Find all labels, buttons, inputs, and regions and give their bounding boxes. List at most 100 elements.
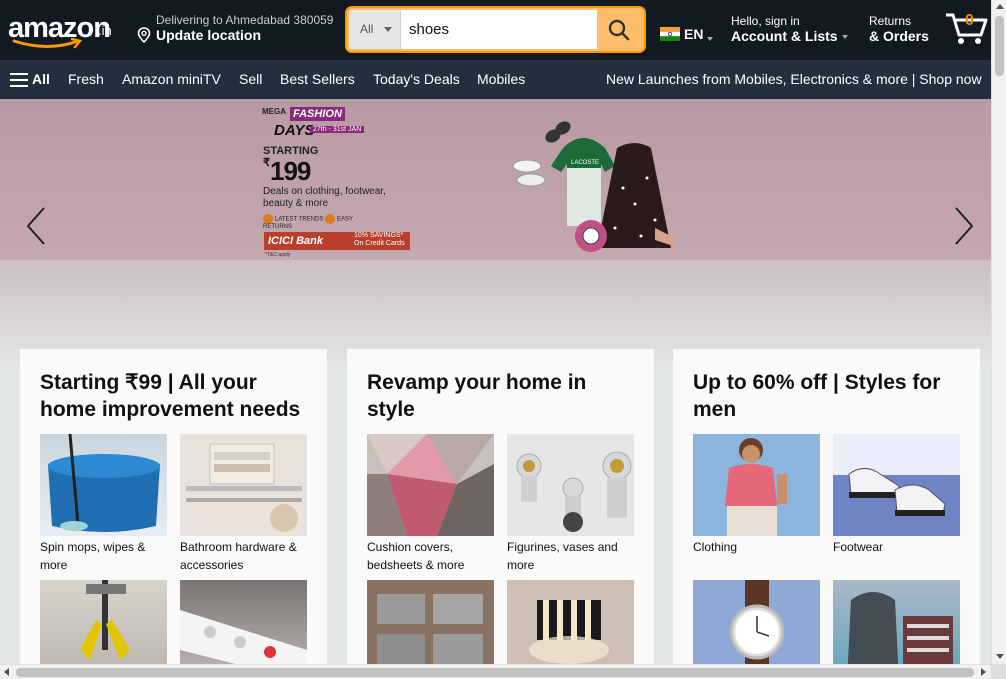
bank-name: ICICI Bank xyxy=(268,235,324,247)
mop-bucket-image xyxy=(40,434,167,536)
horizontal-scrollbar[interactable] xyxy=(0,664,991,679)
tile-caption: Cushion covers, bedsheets & more xyxy=(367,540,465,572)
card-tile-cushions[interactable]: Cushion covers, bedsheets & more xyxy=(367,434,494,574)
nav-link-todays-deals[interactable]: Today's Deals xyxy=(373,71,460,87)
caret-down-icon xyxy=(841,35,848,40)
caret-down-icon xyxy=(707,37,713,41)
account-greeting: Hello, sign in xyxy=(731,14,800,28)
tile-caption: Clothing xyxy=(693,540,738,554)
location-pin-icon xyxy=(137,27,151,43)
scroll-right-arrow-icon[interactable] xyxy=(981,668,986,676)
amazon-logo[interactable]: amazon .in xyxy=(8,10,123,50)
hero-dates: 27th - 31st JAN xyxy=(310,126,365,133)
bank-offer: 10% SAVINGS* On Credit Cards xyxy=(354,232,405,247)
smile-arrow-icon xyxy=(12,38,83,49)
card-tile-mops[interactable]: Spin mops, wipes & more xyxy=(40,434,167,574)
fashion-products-image: LACOSTE xyxy=(512,121,675,252)
vertical-scrollbar[interactable] xyxy=(991,0,1006,664)
card-title: Revamp your home in style xyxy=(367,371,587,421)
hero-fashion: FASHION xyxy=(290,107,345,121)
svg-text:LACOSTE: LACOSTE xyxy=(571,160,599,166)
tools-image xyxy=(40,580,167,664)
nav-link-fresh[interactable]: Fresh xyxy=(68,71,104,87)
deal-card-home-style: Revamp your home in style Cushion covers… xyxy=(347,349,654,664)
card-tile-bathroom[interactable]: Bathroom hardware & accessories xyxy=(180,434,307,574)
card-tile-tools[interactable] xyxy=(40,580,167,664)
orders-label: & Orders xyxy=(869,28,929,44)
hero-mega: MEGA xyxy=(262,107,286,116)
tile-caption: Figurines, vases and more xyxy=(507,540,618,572)
search-input[interactable] xyxy=(402,10,598,49)
card-tile-lights[interactable] xyxy=(507,580,634,664)
card-tile-bags[interactable] xyxy=(833,580,960,664)
delivery-address: Delivering to Ahmedabad 380059 xyxy=(156,13,334,27)
scroll-up-arrow-icon[interactable] xyxy=(996,4,1004,9)
search-icon xyxy=(608,19,630,41)
deal-card-mens-styles: Up to 60% off | Styles for men Clothing … xyxy=(673,349,980,664)
page-viewport: amazon .in Delivering to Ahmedabad 38005… xyxy=(0,0,991,664)
india-flag-icon xyxy=(660,27,680,41)
card-tile-electricals[interactable] xyxy=(180,580,307,664)
top-navbar: amazon .in Delivering to Ahmedabad 38005… xyxy=(0,0,991,60)
scroll-down-arrow-icon[interactable] xyxy=(996,654,1004,659)
card-tile-storage[interactable] xyxy=(367,580,494,664)
deal-card-home-improvement: Starting ₹99 | All your home improvement… xyxy=(20,349,327,664)
hero-tnc: *T&C apply xyxy=(265,252,291,258)
scroll-left-arrow-icon[interactable] xyxy=(4,668,9,676)
search-bar: All xyxy=(347,8,644,51)
tile-caption: Spin mops, wipes & more xyxy=(40,540,146,572)
hero-badge-trends: LATEST TRENDS xyxy=(275,216,324,223)
returns-orders-link[interactable]: Returns & Orders xyxy=(869,14,929,44)
cart-count: 0 xyxy=(965,12,974,29)
returns-label: Returns xyxy=(869,14,912,28)
cart-button[interactable]: 0 xyxy=(944,8,990,48)
promo-banner-link[interactable]: New Launches from Mobiles, Electronics &… xyxy=(606,71,982,87)
wall-light-image xyxy=(507,580,634,664)
wrist-watch-image xyxy=(693,580,820,664)
storage-boxes-image xyxy=(367,580,494,664)
rug-image xyxy=(367,434,494,536)
carousel-next-arrow-icon[interactable] xyxy=(952,206,976,246)
sneakers-image xyxy=(833,434,960,536)
astronaut-figurines-image xyxy=(507,434,634,536)
all-menu-label: All xyxy=(32,71,50,87)
logo-tld: .in xyxy=(98,23,112,38)
card-tile-footwear[interactable]: Footwear xyxy=(833,434,960,556)
account-lists-label: Account & Lists xyxy=(731,28,838,44)
vertical-scroll-thumb[interactable] xyxy=(995,16,1004,76)
extension-board-image xyxy=(180,580,307,664)
man-in-tshirt-image xyxy=(693,434,820,536)
delivery-location[interactable]: Delivering to Ahmedabad 380059 Update lo… xyxy=(137,13,333,43)
card-tile-clothing[interactable]: Clothing xyxy=(693,434,820,556)
search-button[interactable] xyxy=(597,10,642,49)
nav-link-best-sellers[interactable]: Best Sellers xyxy=(280,71,355,87)
horizontal-scroll-thumb[interactable] xyxy=(16,668,974,677)
card-tile-watches[interactable] xyxy=(693,580,820,664)
account-menu[interactable]: Hello, sign in Account & Lists xyxy=(731,14,848,44)
nav-link-minitv[interactable]: Amazon miniTV xyxy=(122,71,221,87)
icici-bank-banner: ICICI Bank 10% SAVINGS* On Credit Cards xyxy=(264,232,410,250)
card-tile-figurines[interactable]: Figurines, vases and more xyxy=(507,434,634,574)
sub-navbar: All Fresh Amazon miniTV Sell Best Seller… xyxy=(0,60,991,99)
caret-down-icon xyxy=(384,27,392,32)
hero-deals: Deals on clothing, footwear, beauty & mo… xyxy=(263,186,386,209)
towel-rack-image xyxy=(180,434,307,536)
hero-currency: ₹ xyxy=(263,157,270,169)
hero-days: DAYS xyxy=(274,122,315,139)
search-category-dropdown[interactable]: All xyxy=(349,10,401,49)
scrollbar-corner xyxy=(991,664,1006,679)
hero-price: 199 xyxy=(270,156,311,186)
card-title: Starting ₹99 | All your home improvement… xyxy=(40,371,301,421)
nav-link-sell[interactable]: Sell xyxy=(239,71,262,87)
trends-badge-icon xyxy=(263,214,273,224)
hero-promo-text: MEGA FASHION DAYS 27th - 31st JAN STARTI… xyxy=(262,104,412,258)
tile-caption: Footwear xyxy=(833,540,884,554)
card-title: Up to 60% off | Styles for men xyxy=(693,371,941,421)
update-location-link: Update location xyxy=(156,27,262,43)
carousel-prev-arrow-icon[interactable] xyxy=(24,206,48,246)
backpack-image xyxy=(833,580,960,664)
all-menu-button[interactable]: All xyxy=(10,71,50,87)
nav-link-mobiles[interactable]: Mobiles xyxy=(477,71,525,87)
returns-badge-icon xyxy=(325,214,336,224)
tile-caption: Bathroom hardware & accessories xyxy=(180,540,297,572)
